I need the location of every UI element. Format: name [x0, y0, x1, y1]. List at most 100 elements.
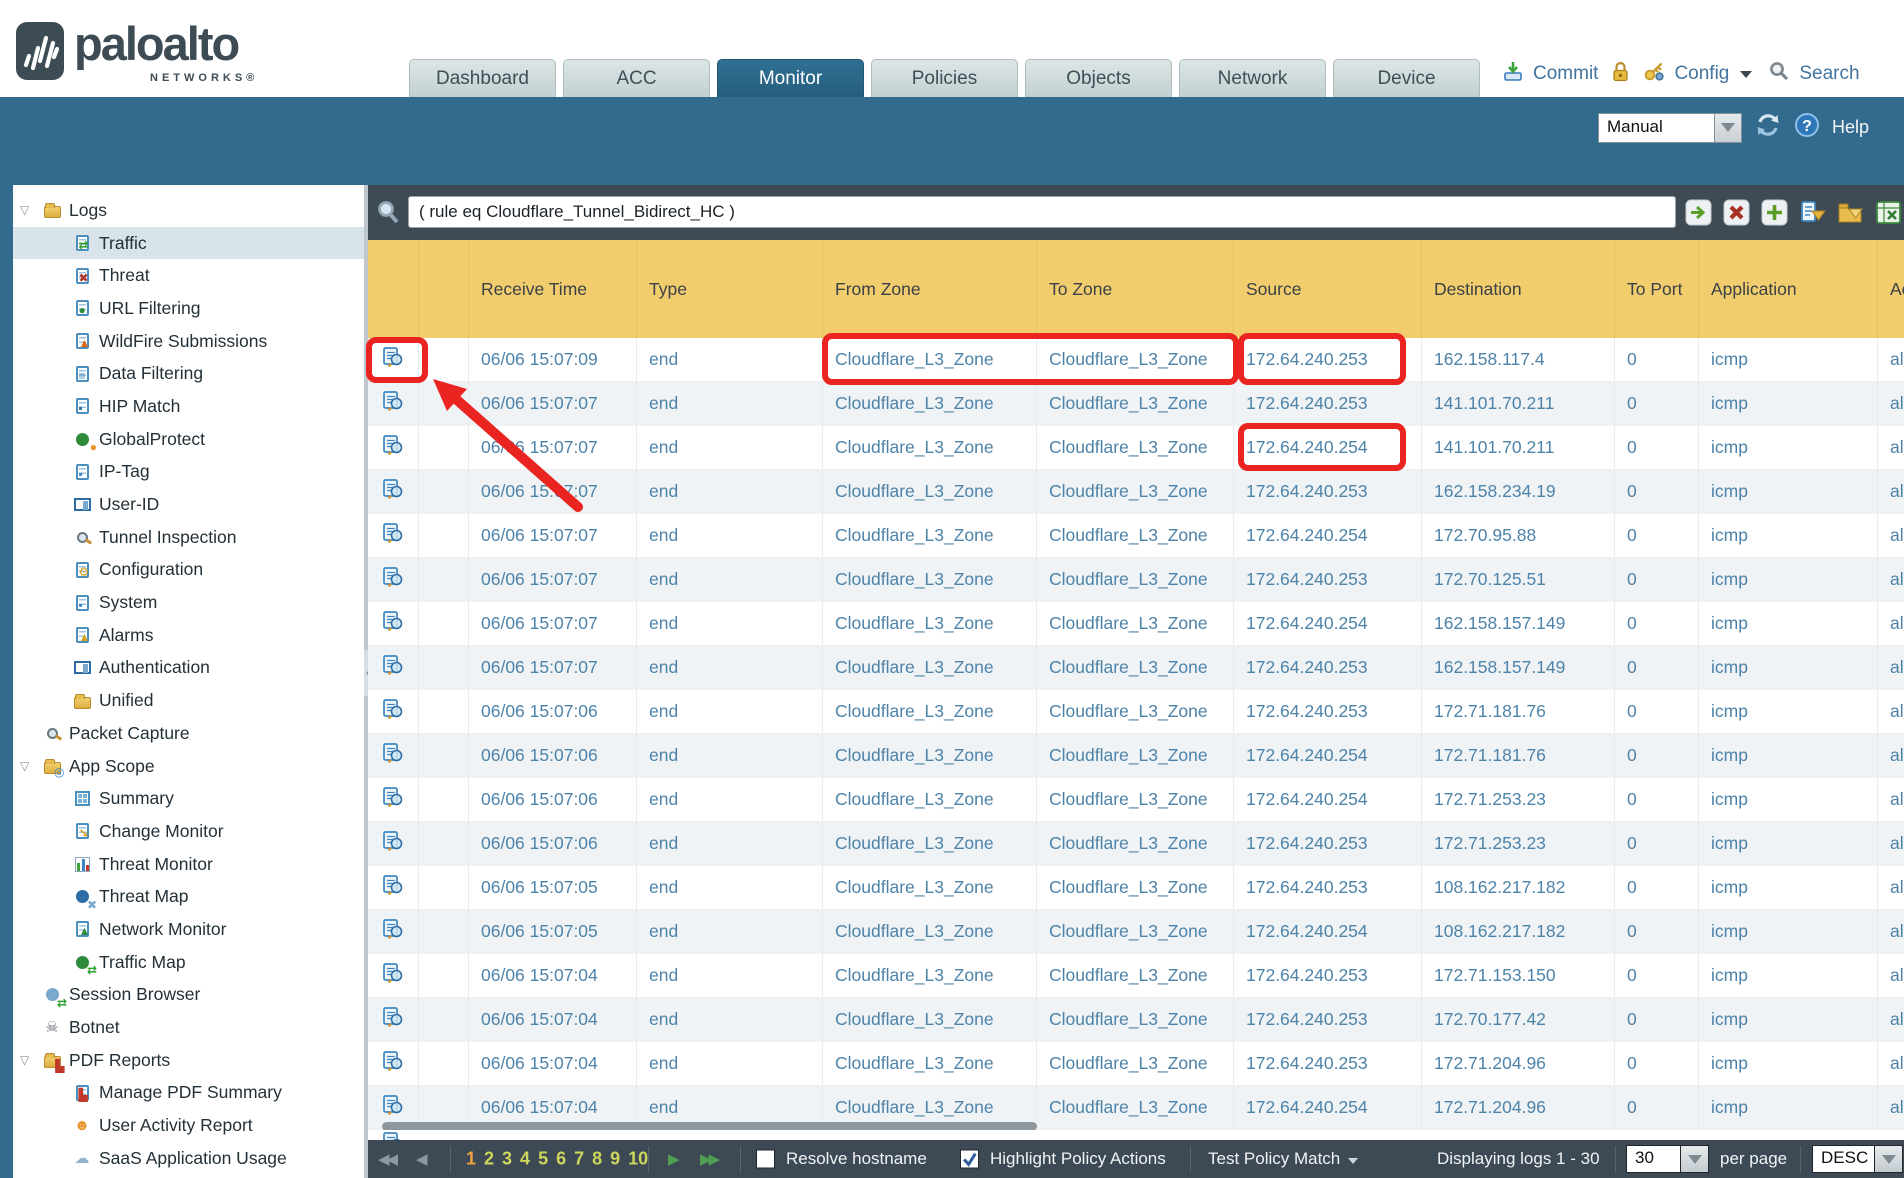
first-page-button[interactable]: ◀◀	[378, 1150, 395, 1168]
cell-from-zone[interactable]: Cloudflare_L3_Zone	[823, 338, 1037, 382]
log-detail-icon[interactable]	[383, 1007, 404, 1032]
log-detail-icon[interactable]	[383, 479, 404, 504]
expander-icon[interactable]: ▽	[20, 203, 42, 217]
help-label[interactable]: Help	[1832, 117, 1869, 138]
add-filter-icon[interactable]	[1761, 199, 1788, 226]
cell-detail[interactable]	[368, 954, 419, 998]
log-detail-icon[interactable]	[383, 743, 404, 768]
cell-to-zone[interactable]: Cloudflare_L3_Zone	[1037, 734, 1234, 778]
cell-from-zone[interactable]: Cloudflare_L3_Zone	[823, 954, 1037, 998]
page-number-9[interactable]: 9	[610, 1149, 620, 1170]
log-row-13[interactable]: 06/06 15:07:05endCloudflare_L3_ZoneCloud…	[368, 866, 1904, 910]
cell-from-zone[interactable]: Cloudflare_L3_Zone	[823, 382, 1037, 426]
log-detail-icon[interactable]	[383, 831, 404, 856]
sidebar-item-data-filtering[interactable]: ≡Data Filtering	[13, 357, 364, 390]
cell-destination[interactable]: 162.158.157.149	[1422, 646, 1615, 690]
sidebar-item-ip-tag[interactable]: ▪IP-Tag	[13, 456, 364, 489]
column-header-source[interactable]: Source	[1234, 240, 1422, 338]
sort-order-select[interactable]: DESC	[1812, 1145, 1903, 1173]
clear-filter-icon[interactable]	[1723, 199, 1750, 226]
config-caret-icon[interactable]	[1740, 71, 1752, 78]
column-header-destination[interactable]: Destination	[1422, 240, 1615, 338]
sidebar-item-threat-monitor[interactable]: Threat Monitor	[13, 848, 364, 881]
sidebar-item-botnet[interactable]: ☠Botnet	[13, 1011, 364, 1044]
sidebar-item-network-monitor[interactable]: ▲Network Monitor	[13, 913, 364, 946]
cell-from-zone[interactable]: Cloudflare_L3_Zone	[823, 690, 1037, 734]
column-header-to-port[interactable]: To Port	[1615, 240, 1699, 338]
cell-source[interactable]: 172.64.240.254	[1234, 910, 1422, 954]
sidebar-item-globalprotect[interactable]: ●GlobalProtect	[13, 423, 364, 456]
cell-from-zone[interactable]: Cloudflare_L3_Zone	[823, 822, 1037, 866]
cell-from-zone[interactable]: Cloudflare_L3_Zone	[823, 558, 1037, 602]
log-row-4[interactable]: 06/06 15:07:07endCloudflare_L3_ZoneCloud…	[368, 470, 1904, 514]
cell-to-zone[interactable]: Cloudflare_L3_Zone	[1037, 910, 1234, 954]
cell-to-zone[interactable]: Cloudflare_L3_Zone	[1037, 778, 1234, 822]
cell-destination[interactable]: 141.101.70.211	[1422, 426, 1615, 470]
commit-button[interactable]: Commit	[1533, 63, 1598, 85]
cell-from-zone[interactable]: Cloudflare_L3_Zone	[823, 470, 1037, 514]
sidebar-item-url-filtering[interactable]: ●URL Filtering	[13, 292, 364, 325]
cell-destination[interactable]: 162.158.234.19	[1422, 470, 1615, 514]
log-detail-icon[interactable]	[383, 523, 404, 548]
log-row-12[interactable]: 06/06 15:07:06endCloudflare_L3_ZoneCloud…	[368, 822, 1904, 866]
cell-to-zone[interactable]: Cloudflare_L3_Zone	[1037, 822, 1234, 866]
cell-detail[interactable]	[368, 690, 419, 734]
cell-source[interactable]: 172.64.240.254	[1234, 1086, 1422, 1130]
prev-page-button[interactable]: ◀	[416, 1150, 425, 1168]
apply-filter-icon[interactable]	[1685, 199, 1712, 226]
cell-to-zone[interactable]: Cloudflare_L3_Zone	[1037, 558, 1234, 602]
cell-source[interactable]: 172.64.240.253	[1234, 558, 1422, 602]
log-detail-icon[interactable]	[383, 963, 404, 988]
log-row-1[interactable]: 06/06 15:07:09endCloudflare_L3_ZoneCloud…	[368, 338, 1904, 382]
sidebar-item-session-browser[interactable]: ⇄Session Browser	[13, 979, 364, 1012]
cell-destination[interactable]: 172.71.204.96	[1422, 1086, 1615, 1130]
page-number-10[interactable]: 10	[628, 1149, 648, 1170]
save-filter-icon[interactable]	[1799, 199, 1826, 226]
cell-source[interactable]: 172.64.240.253	[1234, 998, 1422, 1042]
cell-source[interactable]: 172.64.240.253	[1234, 954, 1422, 998]
log-detail-icon[interactable]	[383, 391, 404, 416]
column-header-from-zone[interactable]: From Zone	[823, 240, 1037, 338]
sidebar-item-logs[interactable]: ▽Logs	[13, 194, 364, 227]
page-number-5[interactable]: 5	[538, 1149, 548, 1170]
cell-source[interactable]: 172.64.240.254	[1234, 426, 1422, 470]
cell-to-zone[interactable]: Cloudflare_L3_Zone	[1037, 954, 1234, 998]
refresh-icon[interactable]	[1754, 111, 1782, 144]
cell-source[interactable]: 172.64.240.254	[1234, 734, 1422, 778]
log-row-5[interactable]: 06/06 15:07:07endCloudflare_L3_ZoneCloud…	[368, 514, 1904, 558]
expander-icon[interactable]: ▽	[20, 759, 42, 773]
cell-to-zone[interactable]: Cloudflare_L3_Zone	[1037, 646, 1234, 690]
highlight-policy-actions-checkbox[interactable]	[960, 1150, 979, 1169]
sidebar-item-user-activity-report[interactable]: ☻User Activity Report	[13, 1109, 364, 1142]
cell-to-zone[interactable]: Cloudflare_L3_Zone	[1037, 514, 1234, 558]
tab-policies[interactable]: Policies	[871, 59, 1018, 97]
cell-to-zone[interactable]: Cloudflare_L3_Zone	[1037, 338, 1234, 382]
sidebar-item-authentication[interactable]: Authentication	[13, 652, 364, 685]
cell-source[interactable]: 172.64.240.254	[1234, 778, 1422, 822]
cell-source[interactable]: 172.64.240.254	[1234, 514, 1422, 558]
cell-destination[interactable]: 172.70.177.42	[1422, 998, 1615, 1042]
next-page-button[interactable]: ▶	[668, 1150, 677, 1168]
sidebar-item-summary[interactable]: Summary	[13, 782, 364, 815]
log-row-17[interactable]: 06/06 15:07:04endCloudflare_L3_ZoneCloud…	[368, 1042, 1904, 1086]
cell-from-zone[interactable]: Cloudflare_L3_Zone	[823, 1042, 1037, 1086]
page-number-2[interactable]: 2	[484, 1149, 494, 1170]
cell-to-zone[interactable]: Cloudflare_L3_Zone	[1037, 426, 1234, 470]
cell-destination[interactable]: 141.101.70.211	[1422, 382, 1615, 426]
log-row-7[interactable]: 06/06 15:07:07endCloudflare_L3_ZoneCloud…	[368, 602, 1904, 646]
column-header-action[interactable]: Action	[1878, 240, 1904, 338]
test-policy-match-button[interactable]: Test Policy Match	[1208, 1149, 1358, 1169]
sidebar-item-tunnel-inspection[interactable]: Tunnel Inspection	[13, 521, 364, 554]
page-number-4[interactable]: 4	[520, 1149, 530, 1170]
cell-detail[interactable]	[368, 514, 419, 558]
log-row-3[interactable]: 06/06 15:07:07endCloudflare_L3_ZoneCloud…	[368, 426, 1904, 470]
cell-detail[interactable]	[368, 998, 419, 1042]
cell-from-zone[interactable]: Cloudflare_L3_Zone	[823, 998, 1037, 1042]
log-detail-icon[interactable]	[383, 699, 404, 724]
cell-detail[interactable]	[368, 470, 419, 514]
log-detail-icon[interactable]	[383, 435, 404, 460]
sidebar-item-manage-pdf-summary[interactable]: ▙Manage PDF Summary	[13, 1077, 364, 1110]
tab-network[interactable]: Network	[1179, 59, 1326, 97]
sidebar-item-hip-match[interactable]: ▪HIP Match	[13, 390, 364, 423]
cell-source[interactable]: 172.64.240.253	[1234, 690, 1422, 734]
